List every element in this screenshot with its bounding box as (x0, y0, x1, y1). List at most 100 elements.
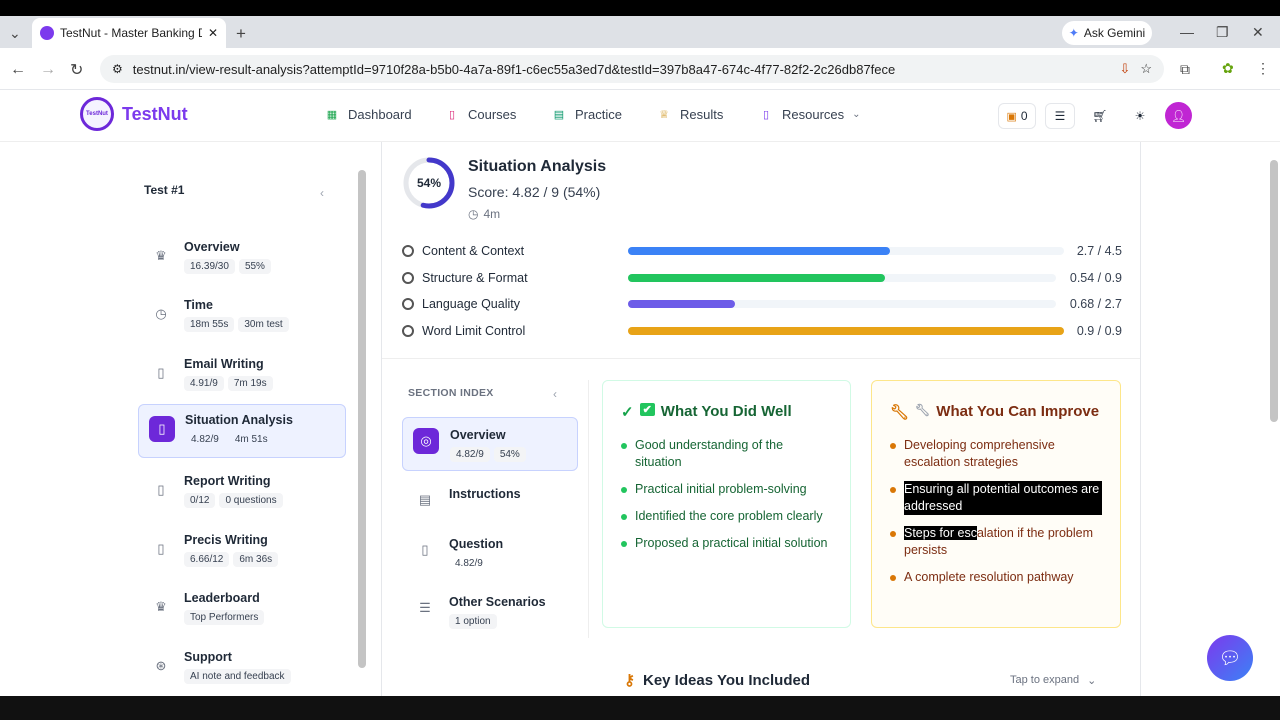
divider (588, 380, 589, 638)
expand-label: Tap to expand (1010, 674, 1080, 686)
selected-text: Steps for esc (904, 526, 977, 540)
improvements-card: 🔧︎ 🔧︎ What You Can Improve Developing comp… (871, 380, 1121, 628)
minimize-icon[interactable]: — (1180, 24, 1194, 40)
cart-button[interactable]: 🛒︎ (1086, 103, 1114, 129)
section-index-label: Question (449, 537, 504, 551)
coin-count: 0 (1020, 109, 1028, 123)
book-icon: ▯ (421, 542, 429, 557)
criterion-value: 0.54 / 0.9 (1069, 271, 1122, 285)
browser-tab[interactable]: TestNut - Master Banking Desc ✕ (32, 18, 226, 48)
tasks-button[interactable]: ☰ (1045, 103, 1075, 129)
medal-icon: ♕ (659, 108, 669, 121)
tab-search-icon[interactable]: ⌄ (9, 25, 21, 42)
score-chip: 4.82/9 (455, 558, 483, 569)
sidebar-scrollbar[interactable] (358, 170, 366, 668)
nav-label: Practice (575, 106, 622, 122)
sidebar-item-label: Time (184, 298, 213, 312)
ask-gemini-button[interactable]: ✦ Ask Gemini (1062, 21, 1152, 45)
book-icon: ▯ (448, 108, 456, 121)
lifebuoy-icon: ⊛ (155, 658, 167, 673)
time-chip: 7m 19s (227, 376, 273, 391)
nav-dashboard[interactable]: ▦ Dashboard (324, 106, 412, 122)
section-index-question[interactable]: ▯ Question 4.82/9 (402, 527, 578, 581)
bullet-dot (890, 487, 896, 493)
tab-title: TestNut - Master Banking Desc (60, 26, 202, 40)
section-index-label: Overview (450, 428, 506, 442)
user-avatar[interactable]: 👤︎ (1165, 102, 1192, 129)
browser-menu-icon[interactable]: ⋮ (1256, 60, 1270, 77)
nav-courses[interactable]: ▯ Courses (444, 106, 516, 122)
criterion-row: Content & Context 2.7 / 4.5 (402, 241, 1122, 261)
criterion-row: Language Quality 0.68 / 2.7 (402, 294, 1122, 314)
time-chip: 18m 55s (184, 317, 235, 332)
section-index-label: Other Scenarios (449, 595, 546, 609)
install-app-icon[interactable]: ⇩ (1119, 61, 1130, 77)
criterion-row: Structure & Format 0.54 / 0.9 (402, 268, 1122, 288)
sidebar-item-report-writing[interactable]: ▯ Report Writing 0/12 0 questions (138, 466, 346, 520)
new-tab-icon[interactable]: + (236, 24, 246, 44)
address-bar[interactable]: ⚙ testnut.in/view-result-analysis?attemp… (100, 55, 1164, 83)
extensions-icon[interactable]: ⧉ (1180, 61, 1190, 78)
collapse-section-index-icon[interactable]: ‹ (553, 387, 557, 401)
nav-resources[interactable]: ▯ Resources ⌄ (758, 106, 861, 122)
improvement-text: Developing comprehensive escalation stra… (904, 438, 1055, 469)
section-index-overview[interactable]: ◎ Overview 4.82/9 54% (402, 417, 578, 471)
nav-label: Courses (468, 106, 517, 122)
list-item: Identified the core problem clearly (621, 508, 832, 525)
forward-icon[interactable]: → (40, 61, 56, 79)
score-ring-label: 54% (416, 176, 442, 190)
criterion-label: Language Quality (422, 297, 520, 311)
section-index-instructions[interactable]: ▤ Instructions (402, 477, 578, 531)
question-count-chip: 0 questions (219, 493, 283, 508)
close-window-icon[interactable]: ✕ (1252, 24, 1264, 41)
profile-extension-icon[interactable]: ✿ (1222, 60, 1234, 77)
bullet-dot (890, 575, 896, 581)
theme-toggle[interactable]: ☀ (1126, 103, 1154, 129)
sidebar-item-support[interactable]: ⊛ Support AI note and feedback (138, 642, 346, 696)
criterion-bar-fill (628, 274, 885, 282)
back-icon[interactable]: ← (10, 61, 26, 79)
sidebar-item-leaderboard[interactable]: ♛ Leaderboard Top Performers (138, 583, 346, 637)
reload-icon[interactable]: ↻ (70, 60, 83, 80)
taskbar-strip (0, 696, 1280, 720)
sidebar-item-situation-analysis[interactable]: ▯ Situation Analysis 4.82/9 4m 51s (138, 404, 346, 458)
list-item: Developing comprehensive escalation stra… (890, 437, 1102, 471)
bullet-dot (621, 487, 627, 493)
check-circle-icon: ✓ (621, 404, 634, 421)
improvement-text-selected: Ensuring all potential outcomes are addr… (904, 481, 1102, 515)
expand-toggle[interactable]: Tap to expand ⌄ (1010, 674, 1096, 687)
book-icon: ▯ (157, 482, 165, 497)
sidebar-item-label: Support (184, 650, 232, 664)
section-title: Situation Analysis (468, 158, 607, 175)
criterion-bar-fill (628, 327, 1064, 335)
book-icon: ▯ (762, 108, 770, 121)
improvement-text: Steps for escalation if the problem pers… (904, 525, 1102, 559)
page-scrollbar[interactable] (1270, 160, 1278, 422)
chat-button[interactable]: 💬︎ (1207, 635, 1253, 681)
restore-icon[interactable]: ❐ (1216, 24, 1229, 41)
nav-results[interactable]: ♕ Results (656, 106, 723, 122)
section-index-label: Instructions (449, 487, 521, 501)
duration-text: 4m (483, 207, 501, 221)
nav-practice[interactable]: ▤ Practice (551, 106, 622, 122)
collapse-sidebar-icon[interactable]: ‹ (320, 186, 324, 200)
sidebar-item-email-writing[interactable]: ▯ Email Writing 4.91/9 7m 19s (138, 349, 346, 403)
bullet-dot (621, 514, 627, 520)
logo-icon: TestNut (80, 97, 114, 131)
sidebar-item-overview[interactable]: ♛ Overview 16.39/30 55% (138, 232, 346, 286)
clock-icon: ◷ (155, 306, 167, 321)
section-index-other-scenarios[interactable]: ☰ Other Scenarios 1 option (402, 585, 578, 639)
key-ideas-header[interactable]: ⚷ Key Ideas You Included (624, 671, 810, 690)
close-tab-icon[interactable]: ✕ (208, 26, 218, 40)
sidebar-title: Test #1 (144, 183, 185, 197)
divider (382, 358, 1140, 359)
list-icon: ☰ (419, 600, 431, 615)
coins-button[interactable]: ▣ 0 (998, 103, 1036, 129)
bookmark-star-icon[interactable]: ☆ (1140, 61, 1152, 77)
cart-icon: 🛒︎ (1092, 109, 1108, 123)
brand-logo[interactable]: TestNut TestNut (80, 97, 188, 131)
sidebar-item-time[interactable]: ◷ Time 18m 55s 30m test (138, 290, 346, 344)
sidebar-item-precis-writing[interactable]: ▯ Precis Writing 6.66/12 6m 36s (138, 525, 346, 579)
criterion-value: 2.7 / 4.5 (1076, 244, 1122, 258)
site-info-icon[interactable]: ⚙ (112, 62, 123, 76)
